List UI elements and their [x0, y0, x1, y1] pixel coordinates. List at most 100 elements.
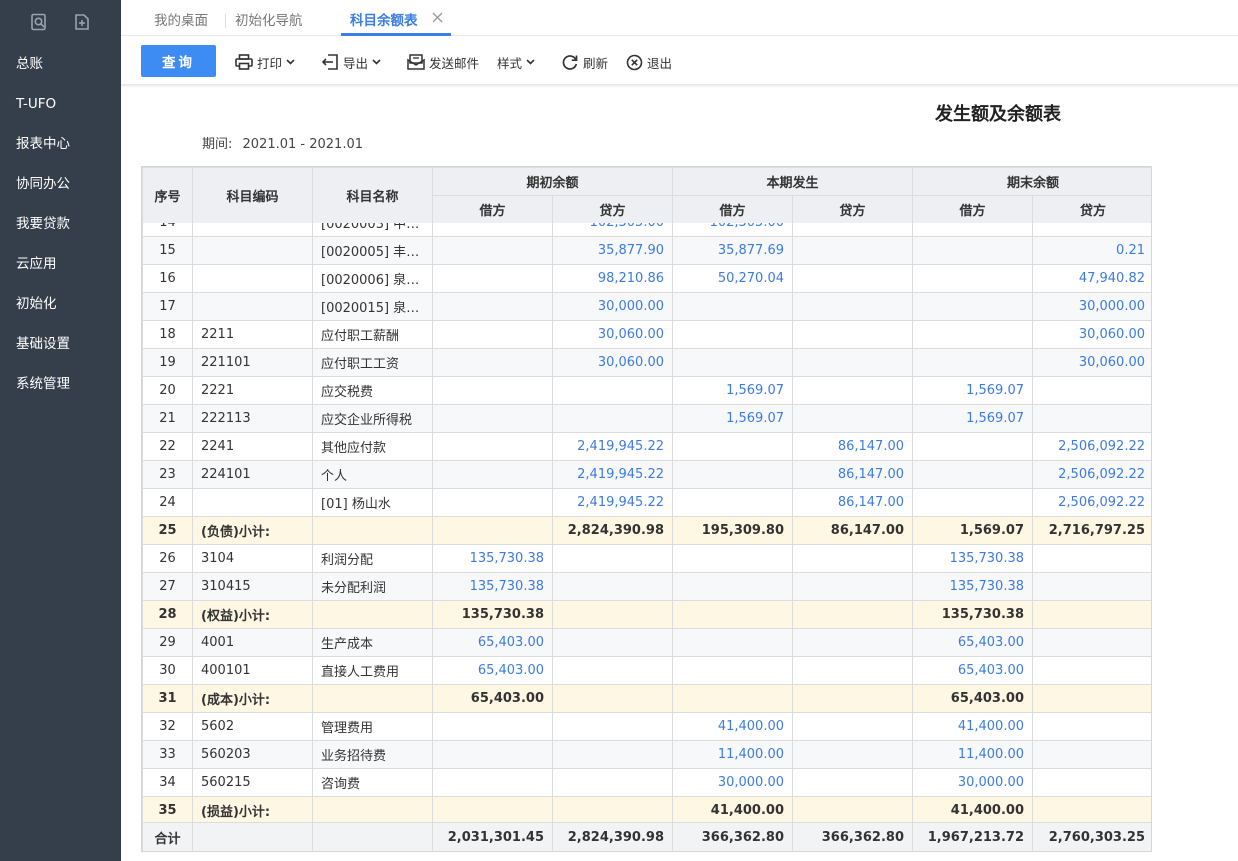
cell-opening-debit: 65,403.00 [432, 684, 553, 713]
total-opening-credit: 2,824,390.98 [552, 822, 673, 851]
table-row[interactable]: 21 222113 应交企业所得税 1,569.07 1,569.07 [142, 404, 1151, 433]
cell-account-code: 400101 [192, 656, 313, 685]
cell-current-credit: 86,147.00 [792, 516, 913, 545]
table-row[interactable]: 22 2241 其他应付款 2,419,945.22 86,147.00 2,506,09… [142, 432, 1151, 461]
cell-closing-debit: 1,569.07 [912, 516, 1033, 545]
cell-account-name: 利润分配 [312, 544, 433, 573]
sidebar-item-basic-settings[interactable]: 基础设置 [0, 324, 121, 364]
cell-current-credit [792, 796, 913, 824]
table-row[interactable]: 32 5602 管理费用 41,400.00 41,400.00 [142, 712, 1151, 741]
export-button[interactable]: 导出 [322, 52, 381, 72]
cell-opening-debit [432, 236, 553, 265]
cell-account-name [312, 684, 433, 713]
total-label: 合计 [142, 822, 193, 851]
cell-opening-credit [552, 712, 673, 741]
sidebar-item-report-center[interactable]: 报表中心 [0, 124, 121, 164]
sidebar-item-collaboration[interactable]: 协同办公 [0, 164, 121, 204]
cell-account-name: 直接人工费用 [312, 656, 433, 685]
tab-init-navigation[interactable]: 初始化导航 [235, 0, 303, 36]
cell-opening-credit [552, 768, 673, 797]
cell-seq: 20 [142, 376, 193, 405]
total-current-credit: 366,362.80 [792, 822, 913, 851]
query-button[interactable]: 查询 [141, 45, 216, 77]
tab-bar: 我的桌面 初始化导航 科目余额表 [121, 0, 1238, 36]
cell-account-code: (成本)小计: [192, 684, 313, 713]
send-email-button[interactable]: 发送邮件 [407, 52, 479, 72]
table-body: 14 [0020003] 中泽… 102,305.00102,305.00 15 [00… [142, 223, 1151, 824]
print-label: 打印 [257, 55, 283, 71]
close-icon[interactable] [431, 11, 444, 24]
header-closing-balance: 期末余额 [912, 167, 1151, 196]
table-row[interactable]: 27 310415 未分配利润 135,730.38 135,730.38 [142, 572, 1151, 601]
table-row[interactable]: 30 400101 直接人工费用 65,403.00 65,403.00 [142, 656, 1151, 685]
sidebar-item-initialization[interactable]: 初始化 [0, 284, 121, 324]
cell-current-debit [672, 628, 793, 657]
tab-my-desktop[interactable]: 我的桌面 [154, 0, 208, 36]
cell-closing-debit [912, 223, 1033, 237]
cell-current-credit [792, 600, 913, 629]
export-label: 导出 [343, 55, 369, 71]
refresh-button[interactable]: 刷新 [561, 52, 608, 72]
table-row[interactable]: 18 2211 应付职工薪酬 30,060.00 30,060.00 [142, 320, 1151, 349]
subtotal-row[interactable]: 28 (权益)小计: 135,730.38 135,730.38 [142, 600, 1151, 629]
table-row[interactable]: 15 [0020005] 丰泽… 35,877.90 35,877.69 0.21 [142, 236, 1151, 265]
table-body-viewport[interactable]: 14 [0020003] 中泽… 102,305.00102,305.00 15 [00… [142, 223, 1151, 824]
cell-current-debit: 30,000.00 [672, 768, 793, 797]
cell-current-debit: 102,305.00 [672, 223, 793, 237]
table-row[interactable]: 33 560203 业务招待费 11,400.00 11,400.00 [142, 740, 1151, 769]
header-account-code: 科目编码 [192, 167, 313, 224]
cell-account-code: (负债)小计: [192, 516, 313, 545]
cell-account-name: 管理费用 [312, 712, 433, 741]
table-row[interactable]: 20 2221 应交税费 1,569.07 1,569.07 [142, 376, 1151, 405]
cell-current-credit: 86,147.00 [792, 460, 913, 489]
table-row[interactable]: 16 [0020006] 泉州… 98,210.86 50,270.04 47,940.… [142, 264, 1151, 293]
sidebar-item-cloud-apps[interactable]: 云应用 [0, 244, 121, 284]
table-row[interactable]: 23 224101 个人 2,419,945.22 86,147.00 2,506,092… [142, 460, 1151, 489]
cell-seq: 27 [142, 572, 193, 601]
cell-opening-credit [552, 684, 673, 713]
sidebar-item-t-ufo[interactable]: T-UFO [0, 84, 121, 124]
cell-current-debit [672, 292, 793, 321]
cell-account-name: 个人 [312, 460, 433, 489]
cell-account-name [312, 796, 433, 824]
cell-closing-credit [1032, 656, 1151, 685]
cell-current-credit: 86,147.00 [792, 432, 913, 461]
cell-current-credit [792, 348, 913, 377]
search-doc-icon[interactable] [30, 13, 48, 31]
cell-opening-credit: 30,060.00 [552, 348, 673, 377]
tab-separator [225, 14, 226, 28]
cell-closing-debit: 65,403.00 [912, 656, 1033, 685]
table-row[interactable]: 19 221101 应付职工工资 30,060.00 30,060.00 [142, 348, 1151, 377]
cell-closing-credit [1032, 768, 1151, 797]
table-row[interactable]: 26 3104 利润分配 135,730.38 135,730.38 [142, 544, 1151, 573]
cell-seq: 19 [142, 348, 193, 377]
table-row[interactable]: 17 [0020015] 泉州… 30,000.00 30,000.00 [142, 292, 1151, 321]
cell-closing-credit [1032, 712, 1151, 741]
table-row[interactable]: 24 [01] 杨山水 2,419,945.22 86,147.00 2,506,092… [142, 488, 1151, 517]
table-row[interactable]: 29 4001 生产成本 65,403.00 65,403.00 [142, 628, 1151, 657]
cell-seq: 26 [142, 544, 193, 573]
cell-account-name: 咨询费 [312, 768, 433, 797]
tab-account-balance[interactable]: 科目余额表 [350, 0, 418, 36]
cell-opening-debit: 135,730.38 [432, 544, 553, 573]
subtotal-row[interactable]: 35 (损益)小计: 41,400.00 41,400.00 [142, 796, 1151, 824]
table-row[interactable]: 34 560215 咨询费 30,000.00 30,000.00 [142, 768, 1151, 797]
style-button[interactable]: 样式 [497, 52, 535, 72]
subtotal-row[interactable]: 31 (成本)小计: 65,403.00 65,403.00 [142, 684, 1151, 713]
exit-button[interactable]: 退出 [626, 52, 672, 72]
sidebar-item-loan[interactable]: 我要贷款 [0, 204, 121, 244]
cell-current-debit [672, 684, 793, 713]
cell-closing-debit [912, 292, 1033, 321]
add-doc-icon[interactable] [73, 13, 91, 31]
exit-label: 退出 [647, 55, 673, 71]
cell-opening-debit: 135,730.38 [432, 572, 553, 601]
cell-current-debit: 41,400.00 [672, 712, 793, 741]
table-row[interactable]: 14 [0020003] 中泽… 102,305.00102,305.00 [142, 223, 1151, 237]
cell-current-debit: 41,400.00 [672, 796, 793, 824]
subtotal-row[interactable]: 25 (负债)小计: 2,824,390.98 195,309.80 86,147.00… [142, 516, 1151, 545]
sidebar-item-general-ledger[interactable]: 总账 [0, 44, 121, 84]
print-button[interactable]: 打印 [235, 52, 295, 72]
cell-closing-debit [912, 348, 1033, 377]
sidebar-item-system-admin[interactable]: 系统管理 [0, 364, 121, 404]
cell-account-code: 560203 [192, 740, 313, 769]
